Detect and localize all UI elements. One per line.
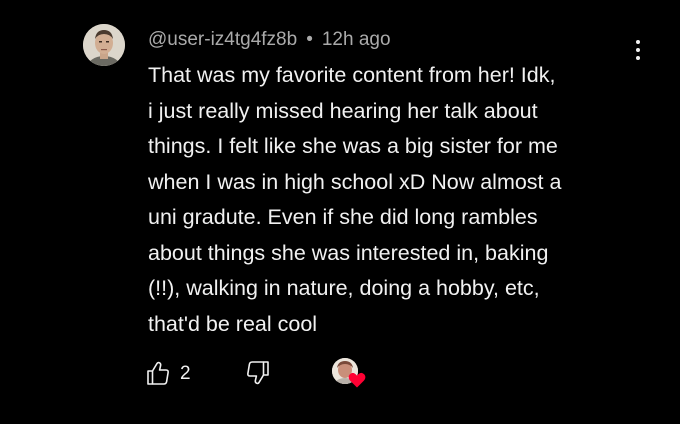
thumbs-down-icon xyxy=(247,361,269,385)
like-button[interactable] xyxy=(146,360,170,388)
comment-timestamp[interactable]: 12h ago xyxy=(322,29,391,50)
heart-icon xyxy=(348,372,366,388)
like-count: 2 xyxy=(180,363,191,384)
more-vertical-icon-dot xyxy=(636,48,640,52)
meta-separator: • xyxy=(306,29,313,50)
thumbs-up-icon xyxy=(147,361,169,385)
comment-header: @user-iz4tg4fz8b • 12h ago xyxy=(148,28,391,52)
comment-card: @user-iz4tg4fz8b • 12h ago That was my fav… xyxy=(0,0,680,424)
comment-body: That was my favorite content from her! I… xyxy=(148,63,562,336)
comment-author[interactable]: @user-iz4tg4fz8b xyxy=(148,29,297,50)
user-avatar-image xyxy=(83,24,125,66)
more-vertical-icon xyxy=(636,40,640,44)
creator-heart-badge[interactable] xyxy=(332,358,366,390)
dislike-button[interactable] xyxy=(246,360,270,388)
user-avatar[interactable] xyxy=(83,24,125,66)
